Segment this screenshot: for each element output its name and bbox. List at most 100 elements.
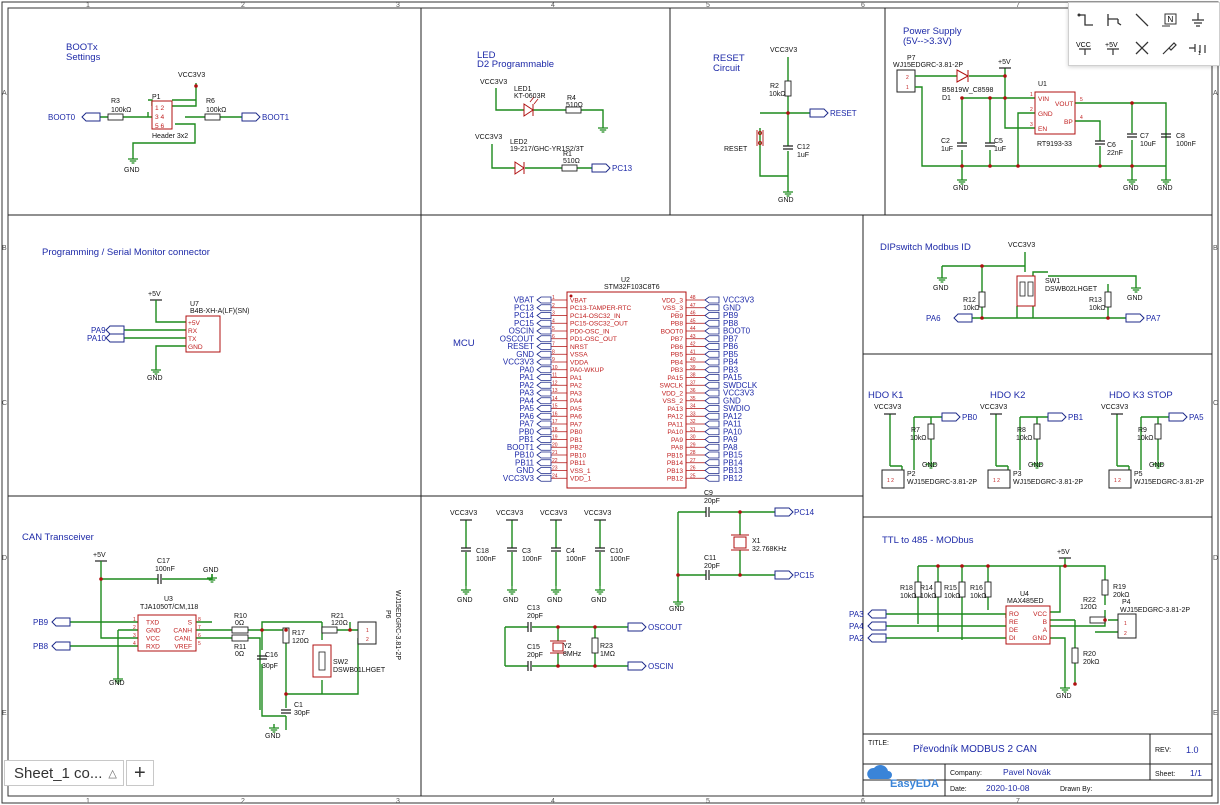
hdo3-title: HDO K3 STOP	[1109, 390, 1173, 401]
can-c17-value: 100nF	[155, 566, 175, 573]
mcu-left-pin-name: PA1	[570, 375, 582, 382]
led-r4-value: 510Ω	[566, 102, 583, 109]
tb-title: Převodník MODBUS 2 CAN	[913, 744, 1037, 755]
netflag-tool-icon[interactable]: 1	[1187, 37, 1209, 59]
can-u3-right-pin-number: 7	[198, 625, 201, 631]
boot-p1-pins-1: 1 2	[155, 105, 164, 112]
power-p7-value: WJ15EDGRC-3.81-2P	[893, 62, 963, 69]
frame-col-label: 5	[706, 798, 710, 805]
bus-tool-icon[interactable]	[1103, 9, 1125, 31]
hdo2-title: HDO K2	[990, 390, 1025, 401]
boot-subtitle: Settings	[66, 52, 101, 63]
mcu-right-pin-name: VDD_2	[662, 390, 684, 397]
xtal8-y2-value: 8MHz	[563, 651, 582, 658]
can-title: CAN Transceiver	[22, 532, 94, 543]
sheet-tab[interactable]: Sheet_1 co... △	[4, 760, 124, 786]
add-sheet-button[interactable]: +	[125, 760, 154, 786]
mcu-right-pin-number: 42	[690, 342, 696, 348]
chevron-up-icon[interactable]: △	[108, 767, 116, 780]
mcu-left-pin-name: PA0-WKUP	[570, 367, 605, 374]
mcu-left-pin-number: 21	[552, 450, 558, 456]
decoupling-vcc: VCC3V3	[450, 510, 477, 517]
frame-col-label: 2	[241, 2, 245, 9]
led-pc13-net: PC13	[612, 164, 633, 173]
ttl-resistor-ref: R14	[920, 585, 933, 592]
mcu-right-pin-number: 27	[690, 458, 696, 464]
ttl-p4: P4	[1122, 599, 1131, 606]
frame-row-label: E	[1213, 710, 1218, 717]
no-connect-icon[interactable]	[1131, 37, 1153, 59]
prog-pin-tx: TX	[188, 336, 197, 343]
mcu-left-pin-name: VSS_1	[570, 468, 591, 475]
mcu-right-pin-name: VSS_2	[662, 398, 683, 405]
power-c5-value: 1uF	[994, 146, 1006, 153]
tb-company-label: Company:	[950, 770, 982, 777]
reset-net: RESET	[830, 109, 857, 118]
frame-row-label: E	[2, 710, 7, 717]
frame-col-label: 1	[86, 2, 90, 9]
frame-col-label: 5	[706, 2, 710, 9]
mcu-right-pin-number: 40	[690, 357, 696, 363]
boot-p1: P1	[152, 94, 161, 101]
mcu-left-pin-name: PA3	[570, 390, 582, 397]
power-u1-pin4: 4	[1080, 115, 1083, 121]
mcu-right-pin-number: 34	[690, 404, 696, 410]
frame-col-label: 1	[86, 798, 90, 805]
hdo-gnd: GND	[922, 462, 938, 469]
hdo-resistor-ref: R9	[1138, 427, 1147, 434]
dip-sw1: SW1	[1045, 278, 1060, 285]
mcu-title: MCU	[453, 338, 475, 349]
line-tool-icon[interactable]	[1131, 9, 1153, 31]
power-u1-pin1: 1	[1030, 92, 1033, 98]
mcu-right-pin-number: 31	[690, 427, 696, 433]
boot-p1-pins-2: 3 4	[155, 114, 164, 121]
hdo-connector-ref: P5	[1134, 471, 1143, 478]
dip-gnd-2: GND	[1127, 295, 1143, 302]
ttl-p4-pin1: 1	[1124, 621, 1127, 627]
power-c6-value: 22nF	[1107, 150, 1123, 157]
decoupling-gnd: GND	[547, 597, 563, 604]
wire-tool-icon[interactable]	[1075, 9, 1097, 31]
prog-gnd: GND	[147, 375, 163, 382]
mcu-right-net: PB12	[723, 474, 743, 483]
hdo-resistor-value: 10kΩ	[1016, 435, 1033, 442]
dip-vcc: VCC3V3	[1008, 242, 1035, 249]
mcu-left-pin-number: 8	[552, 349, 555, 355]
can-u3-right-pin: S	[188, 620, 193, 627]
can-r21-value: 120Ω	[331, 620, 348, 627]
mcu-right-pin-name: PA8	[671, 445, 683, 452]
mcu-right-pin-number: 38	[690, 373, 696, 379]
mcu-right-pin-name: PB15	[667, 452, 683, 459]
decoupling-cap-ref: C3	[522, 548, 531, 555]
mcu-left-pin-number: 16	[552, 411, 558, 417]
power-u1-gnd: GND	[1038, 111, 1053, 118]
decoupling-gnd: GND	[591, 597, 607, 604]
power-c5: C5	[994, 138, 1003, 145]
mcu-right-pin-number: 33	[690, 411, 696, 417]
frame-col-label: 3	[396, 798, 400, 805]
mcu-right-pin-number: 25	[690, 473, 696, 479]
led1-value: KT-0603R	[514, 93, 546, 100]
xtal8-c13-value: 20pF	[527, 613, 543, 620]
can-u3: U3	[164, 596, 173, 603]
ground-tool-icon[interactable]	[1187, 9, 1209, 31]
plus5v-tool-icon[interactable]: +5V	[1103, 37, 1125, 59]
mcu-right-pin-number: 36	[690, 388, 696, 394]
vcc-tool-icon[interactable]: VCC	[1075, 37, 1097, 59]
can-r10: R10	[234, 613, 247, 620]
hdo-gnd: GND	[1149, 462, 1165, 469]
mcu-left-pin-number: 12	[552, 380, 558, 386]
pin-tool-icon[interactable]	[1159, 37, 1181, 59]
power-d1: D1	[942, 95, 951, 102]
hdo-connector-ref: P2	[907, 471, 916, 478]
reset-r2: R2	[770, 83, 779, 90]
mcu-right-pin-number: 41	[690, 349, 696, 355]
power-c2: C2	[941, 138, 950, 145]
mcu-left-pin-number: 19	[552, 435, 558, 441]
mcu-right-pin-name: VSS_3	[662, 305, 683, 312]
tb-drawn-label: Drawn By:	[1060, 786, 1092, 793]
netlabel-tool-icon[interactable]: N	[1159, 9, 1181, 31]
mcu-right-pin-name: PA10	[667, 429, 683, 436]
mcu-left-net: VCC3V3	[503, 474, 535, 483]
dip-pa7: PA7	[1146, 314, 1161, 323]
